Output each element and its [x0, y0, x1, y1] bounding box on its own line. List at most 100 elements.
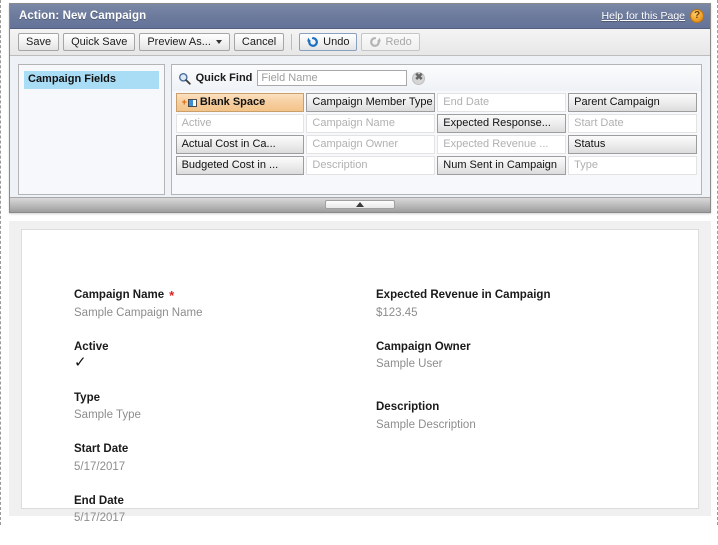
preview-field-active: Active ✓: [74, 340, 366, 372]
palette-item-expected-revenue: Expected Revenue ...: [437, 135, 567, 154]
header-help-group: Help for this Page ?: [602, 9, 704, 23]
palette-item-parent-campaign[interactable]: Parent Campaign: [568, 93, 697, 112]
field-value: 5/17/2017: [74, 460, 126, 473]
field-value: Sample Campaign Name: [74, 306, 203, 319]
preview-field-description: Description Sample Description: [376, 400, 668, 433]
field-label-text: Type: [74, 391, 100, 404]
palette-item-status[interactable]: Status: [568, 135, 697, 154]
palette-item-label: Start Date: [574, 117, 624, 129]
field-label: Expected Revenue in Campaign: [376, 288, 668, 304]
field-label: Campaign Owner: [376, 340, 668, 356]
quick-find-label: Quick Find: [195, 72, 253, 84]
quick-find-row: Quick Find ✖: [171, 65, 701, 91]
palette-item-start-date: Start Date: [568, 114, 697, 133]
redo-button-label: Redo: [385, 35, 412, 48]
palette-item-label: Type: [574, 159, 598, 171]
preview-field-start-date: Start Date 5/17/2017: [74, 442, 366, 475]
page-title: Action: New Campaign: [19, 10, 147, 22]
field-palette-grid: + Blank Space Campaign Member Type End D…: [172, 91, 701, 194]
preview-right-column: Expected Revenue in Campaign $123.45 Cam…: [376, 288, 668, 545]
palette-item-blank-space[interactable]: + Blank Space: [175, 93, 305, 112]
magnifier-icon: [178, 72, 191, 85]
quick-save-button-label: Quick Save: [71, 35, 128, 48]
palette-item-actual-cost-in-campaign[interactable]: Actual Cost in Ca...: [175, 135, 305, 154]
preview-field-end-date: End Date 5/17/2017: [74, 494, 366, 527]
preview-field-campaign-owner: Campaign Owner Sample User: [376, 340, 668, 373]
palette-item-description: Description: [306, 156, 436, 175]
palette-item-budgeted-cost-in-campaign[interactable]: Budgeted Cost in ...: [175, 156, 305, 175]
palette-item-label: Parent Campaign: [574, 96, 660, 108]
palette-item-label: Budgeted Cost in ...: [181, 159, 279, 171]
field-value: Sample Type: [74, 409, 141, 422]
palette-item-campaign-member-type[interactable]: Campaign Member Type: [306, 93, 436, 112]
field-palette-panel: Quick Find ✖ + Blank Space Campaign Memb…: [170, 64, 702, 195]
action-layout-editor-page: Action: New Campaign Help for this Page …: [0, 0, 718, 525]
field-label: End Date: [74, 494, 366, 510]
chevron-down-icon: [215, 40, 222, 44]
palette-item-type: Type: [568, 156, 697, 175]
clear-x-icon[interactable]: ✖: [412, 71, 426, 85]
search-input[interactable]: [257, 70, 408, 86]
field-label-text: Description: [376, 401, 440, 414]
palette-item-expected-response[interactable]: Expected Response...: [437, 114, 567, 133]
palette-item-num-sent-in-campaign[interactable]: Num Sent in Campaign: [437, 156, 567, 175]
undo-button-label: Undo: [323, 35, 350, 48]
palette-item-label: Campaign Name: [312, 117, 395, 129]
preview-left-column: Campaign Name * Sample Campaign Name Act…: [74, 288, 366, 545]
collapse-palette-handle[interactable]: [325, 200, 395, 209]
field-value: Sample Description: [376, 418, 476, 431]
palette-item-campaign-name: Campaign Name: [306, 114, 436, 133]
palette-item-campaign-owner: Campaign Owner: [306, 135, 436, 154]
field-label-text: Campaign Name: [74, 289, 165, 301]
redo-button[interactable]: Redo: [361, 33, 420, 51]
help-for-this-page-link[interactable]: Help for this Page: [602, 10, 685, 22]
collapse-up-arrow-icon: [356, 202, 364, 207]
palette-item-label: Campaign Member Type: [312, 96, 433, 108]
redo-circular-arrow-icon: [369, 36, 382, 48]
field-label: Active: [74, 340, 366, 356]
preview-as-button[interactable]: Preview As...: [139, 33, 230, 51]
save-button[interactable]: Save: [18, 33, 60, 51]
field-label: Type: [74, 391, 366, 407]
undo-button[interactable]: Undo: [299, 33, 358, 51]
sidebar-item-campaign-fields[interactable]: Campaign Fields: [24, 71, 159, 89]
question-mark-icon[interactable]: ?: [690, 9, 704, 23]
toolbar-divider: [291, 34, 293, 50]
undo-circular-arrow-icon: [307, 36, 319, 48]
palette-item-label: Expected Response...: [443, 117, 551, 129]
field-label: Start Date: [74, 442, 366, 458]
sidebar-item-label: Campaign Fields: [28, 73, 117, 85]
palette-splitter-bar[interactable]: [10, 197, 710, 212]
field-value: $123.45: [376, 306, 418, 319]
palette-item-label: Actual Cost in Ca...: [181, 138, 276, 150]
cancel-button[interactable]: Cancel: [233, 33, 285, 51]
field-label-text: Campaign Owner: [376, 340, 471, 353]
field-label: Campaign Name *: [74, 288, 366, 304]
palette-item-label: Blank Space: [199, 96, 266, 108]
editor-header-bar: Action: New Campaign Help for this Page …: [10, 4, 710, 29]
palette-item-label: Num Sent in Campaign: [443, 159, 558, 171]
palette-item-label: End Date: [443, 96, 490, 108]
required-asterisk-icon: *: [169, 288, 175, 304]
palette-item-label: Description: [312, 159, 368, 171]
blank-space-icon: +: [182, 98, 197, 107]
preview-field-type: Type Sample Type: [74, 391, 366, 424]
palette-item-label: Status: [574, 138, 606, 150]
preview-form-grid: Campaign Name * Sample Campaign Name Act…: [74, 288, 668, 545]
quick-save-button[interactable]: Quick Save: [63, 33, 136, 51]
field-label: Description: [376, 400, 668, 416]
palette-item-end-date: End Date: [437, 93, 567, 112]
palette-item-active: Active: [175, 114, 305, 133]
preview-field-expected-revenue-in-campaign: Expected Revenue in Campaign $123.45: [376, 288, 668, 321]
palette-item-label: Campaign Owner: [312, 138, 399, 150]
palette-item-label: Active: [181, 117, 212, 129]
palette-item-label: Expected Revenue ...: [443, 138, 549, 150]
cancel-button-label: Cancel: [241, 35, 277, 48]
field-value: Sample User: [376, 358, 443, 371]
field-label-text: Start Date: [74, 443, 129, 456]
field-label-text: Active: [74, 340, 109, 353]
preview-field-campaign-name: Campaign Name * Sample Campaign Name: [74, 288, 366, 321]
save-button-label: Save: [26, 35, 52, 48]
field-categories-panel: Campaign Fields: [18, 64, 165, 195]
field-label-text: End Date: [74, 494, 124, 507]
